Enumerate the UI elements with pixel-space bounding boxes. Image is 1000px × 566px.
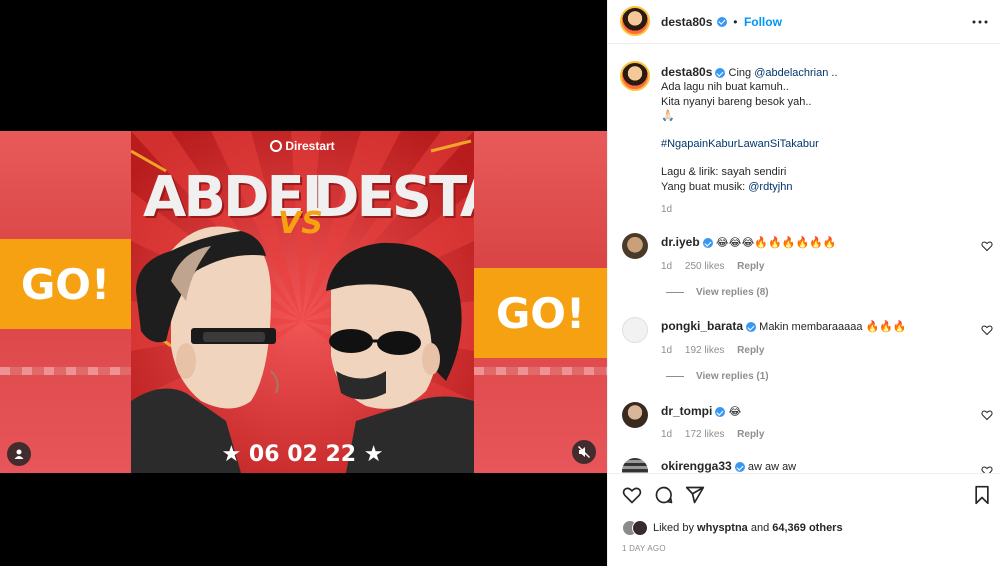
- mention-link[interactable]: @rdtyjhn: [748, 181, 792, 193]
- comment-likes[interactable]: 250 likes: [685, 261, 724, 272]
- send-icon[interactable]: [685, 485, 705, 505]
- hashtag-link[interactable]: #NgapainKaburLawanSiTakabur: [661, 137, 981, 151]
- blurred-strip-left: [0, 367, 131, 375]
- heart-icon[interactable]: [622, 485, 642, 505]
- post-timestamp[interactable]: 1 DAY AGO: [622, 544, 666, 553]
- caption-text: Yang buat musik:: [661, 180, 746, 193]
- mute-button[interactable]: [572, 440, 596, 464]
- comment-likes[interactable]: 192 likes: [685, 345, 724, 356]
- view-replies-button[interactable]: View replies (1): [666, 371, 769, 382]
- caption-line: 🙏🏻: [661, 109, 675, 122]
- direstart-logo: Direstart: [131, 139, 474, 153]
- verified-badge-icon: [746, 322, 757, 333]
- likes-summary: Liked by whysptna and 64,369 others: [622, 519, 843, 537]
- comment-username[interactable]: dr.iyeb: [661, 235, 700, 249]
- go-banner-left: GO!: [0, 239, 131, 329]
- direstart-logo-mark: [270, 140, 283, 152]
- post-image[interactable]: GO! Direstart ABDEL DEST VS ★ 06 02 22 ★…: [0, 131, 607, 473]
- comment-username[interactable]: okirengga33: [661, 459, 732, 473]
- post-side-panel: desta80s • Follow desta80s Cing @abdelac…: [607, 0, 1000, 566]
- caption-line: Lagu & lirik: sayah sendiri: [661, 166, 787, 179]
- bookmark-icon[interactable]: [972, 485, 992, 505]
- comment-like-heart-icon[interactable]: [981, 465, 993, 473]
- comment-like-heart-icon[interactable]: [981, 324, 993, 336]
- comment-likes[interactable]: 172 likes: [685, 429, 724, 440]
- author-username[interactable]: desta80s: [661, 15, 712, 29]
- comment-like-heart-icon[interactable]: [981, 409, 993, 421]
- poster-date: ★ 06 02 22 ★: [221, 442, 384, 467]
- tagged-users-button[interactable]: [7, 442, 31, 466]
- verified-badge-icon: [702, 238, 713, 249]
- verified-badge-icon: [715, 68, 726, 79]
- event-poster: Direstart ABDEL DESTA VS ★ 06 02 22 ★: [131, 131, 474, 473]
- go-banner-right: GO!: [474, 268, 607, 358]
- comment-text: Makin membaraaaaa 🔥🔥🔥: [759, 321, 907, 333]
- author-avatar[interactable]: [620, 6, 650, 36]
- comment-item: dr.iyeb 😂😂😂🔥🔥🔥🔥🔥🔥 1d 250 likes Reply Vie…: [608, 231, 1000, 311]
- comment-text: 😂😂😂🔥🔥🔥🔥🔥🔥: [715, 237, 837, 249]
- post-media: GO! Direstart ABDEL DEST VS ★ 06 02 22 ★…: [0, 0, 607, 566]
- verified-badge-icon: [716, 16, 727, 27]
- comment-item: okirengga33 aw aw aw: [608, 456, 1000, 473]
- go-text: GO!: [20, 259, 111, 309]
- action-bar: Liked by whysptna and 64,369 others 1 DA…: [608, 473, 1000, 566]
- comment-icon[interactable]: [654, 485, 674, 505]
- poster-title-right: DESTA: [313, 165, 474, 230]
- more-horizontal-icon: [972, 20, 988, 24]
- reply-button[interactable]: Reply: [737, 261, 764, 272]
- liker-avatar: [632, 520, 648, 536]
- mention-link[interactable]: @abdelachrian: [754, 67, 828, 79]
- view-replies-button[interactable]: View replies (8): [666, 287, 769, 298]
- comment-text: aw aw aw: [747, 461, 797, 473]
- commenter-avatar[interactable]: [622, 233, 648, 259]
- comment-username[interactable]: pongki_barata: [661, 319, 743, 333]
- verified-badge-icon: [734, 462, 745, 473]
- likes-others[interactable]: 64,369 others: [772, 522, 842, 534]
- commenter-avatar[interactable]: [622, 317, 648, 343]
- caption-username[interactable]: desta80s: [661, 65, 712, 79]
- commenter-avatar[interactable]: [622, 402, 648, 428]
- comments-list[interactable]: desta80s Cing @abdelachrian .. Ada lagu …: [608, 45, 1000, 473]
- comment-item: dr_tompi 😂 1d 172 likes Reply: [608, 400, 1000, 450]
- separator-dot: •: [733, 15, 738, 29]
- likes-connector: and: [750, 522, 770, 534]
- more-options-button[interactable]: [971, 15, 989, 29]
- comment-like-heart-icon[interactable]: [981, 240, 993, 252]
- caption-time[interactable]: 1d: [661, 204, 672, 215]
- comment-username[interactable]: dr_tompi: [661, 404, 712, 418]
- caption-line: Ada lagu nih buat kamuh..: [661, 81, 789, 94]
- caption-text: ..: [831, 67, 838, 79]
- comment-time[interactable]: 1d: [661, 429, 672, 440]
- poster-vs: VS: [278, 206, 323, 241]
- comment-time[interactable]: 1d: [661, 261, 672, 272]
- caption-line: Kita nyanyi bareng besok yah..: [661, 95, 812, 108]
- user-icon: [14, 449, 24, 459]
- reply-button[interactable]: Reply: [737, 345, 764, 356]
- verified-badge-icon: [715, 407, 726, 418]
- commenter-avatar[interactable]: [622, 458, 648, 473]
- caption-author-avatar[interactable]: [620, 61, 650, 91]
- muted-speaker-icon: [578, 446, 590, 458]
- comment-text: 😂: [728, 406, 742, 418]
- caption-text: Cing: [728, 67, 752, 79]
- follow-button[interactable]: Follow: [744, 15, 782, 29]
- liker-username[interactable]: whysptna: [697, 522, 748, 534]
- blurred-strip-right: [474, 367, 607, 375]
- comment-item: pongki_barata Makin membaraaaaa 🔥🔥🔥 1d 1…: [608, 315, 1000, 395]
- likes-prefix: Liked by: [653, 522, 694, 534]
- post-header: desta80s • Follow: [608, 0, 1000, 44]
- brand-name: Direstart: [285, 139, 335, 153]
- reply-button[interactable]: Reply: [737, 429, 764, 440]
- go-text: GO!: [495, 288, 586, 338]
- comment-time[interactable]: 1d: [661, 345, 672, 356]
